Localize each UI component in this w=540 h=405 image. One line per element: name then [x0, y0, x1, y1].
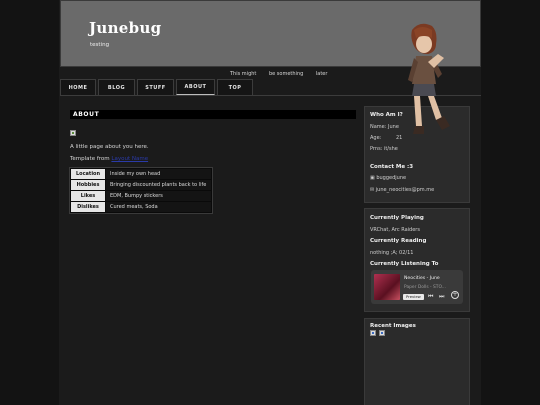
table-value: Cured meats, Soda [106, 202, 211, 212]
track-title[interactable]: Neocities - June [404, 276, 440, 281]
site-title[interactable]: Junebug [89, 19, 161, 37]
email-address: june_neocities@pm.me [375, 187, 435, 193]
template-credit: Template from Layout Name [70, 156, 148, 162]
table-value: Inside my own head [106, 169, 211, 179]
contact-discord[interactable]: ▣ buggedjune [370, 175, 406, 181]
add-icon[interactable]: + [451, 291, 459, 299]
table-row: Dislikes Cured meats, Soda [71, 202, 211, 212]
contact-email[interactable]: ✉ june_neocities@pm.me [370, 187, 434, 193]
table-row: Location Inside my own head [71, 169, 211, 179]
recent-image-thumb[interactable] [370, 330, 376, 336]
age-label: Age: [370, 135, 382, 141]
site-tagline: testing [90, 42, 110, 48]
table-row: Hobbies Bringing discounted plants back … [71, 180, 211, 190]
table-value: EDM, Bumpy stickers [106, 191, 211, 201]
album-art[interactable] [374, 274, 400, 300]
table-value: Bringing discounted plants back to life [106, 180, 211, 190]
tab-about[interactable]: ABOUT [176, 79, 215, 95]
reading-value: nothing ;A; 02/11 [370, 250, 414, 256]
tab-top[interactable]: TOP [217, 79, 253, 95]
tab-stuff[interactable]: STUFF [137, 79, 174, 95]
discord-handle: buggedjune [376, 175, 407, 181]
recent-image-thumb[interactable] [379, 330, 385, 336]
about-table: Location Inside my own head Hobbies Brin… [69, 167, 213, 214]
mascot-illustration [408, 23, 450, 134]
table-label: Location [71, 169, 105, 179]
marquee-text-1: This might [230, 71, 257, 77]
table-label: Likes [71, 191, 105, 201]
track-subtitle: Paper Dolls - STO... [404, 285, 446, 290]
table-row: Likes EDM, Bumpy stickers [71, 191, 211, 201]
listening-title: Currently Listening To [370, 261, 439, 267]
marquee: This might be something later [230, 71, 338, 77]
reading-title: Currently Reading [370, 238, 427, 244]
table-label: Hobbies [71, 180, 105, 190]
previous-icon[interactable]: ⏮ [428, 293, 433, 301]
main-nav: HOME BLOG STUFF ABOUT TOP [60, 79, 255, 96]
next-icon[interactable]: ⏭ [439, 293, 444, 301]
preview-button[interactable]: Preview [403, 294, 424, 300]
playing-value: VRChat, Arc Raiders [370, 227, 420, 233]
template-link[interactable]: Layout Name [111, 156, 148, 162]
email-icon: ✉ [370, 187, 375, 193]
table-label: Dislikes [71, 202, 105, 212]
template-prefix: Template from [70, 156, 110, 162]
about-intro: A little page about you here. [70, 144, 149, 150]
discord-icon: ▣ [370, 175, 375, 181]
marquee-text-2: be something [268, 71, 304, 77]
playing-title: Currently Playing [370, 215, 424, 221]
contact-title: Contact Me :3 [370, 164, 414, 170]
who-pronouns: Prns: it/she [370, 146, 398, 152]
recent-title: Recent Images [370, 323, 416, 329]
tab-blog[interactable]: BLOG [98, 79, 135, 95]
marquee-text-3: later [315, 71, 328, 77]
broken-image-icon [70, 130, 76, 136]
tab-home[interactable]: HOME [60, 79, 96, 95]
section-heading: ABOUT [70, 110, 356, 119]
who-name: Name: June [370, 124, 399, 130]
music-player: Neocities - June Paper Dolls - STO... Pr… [371, 270, 463, 304]
